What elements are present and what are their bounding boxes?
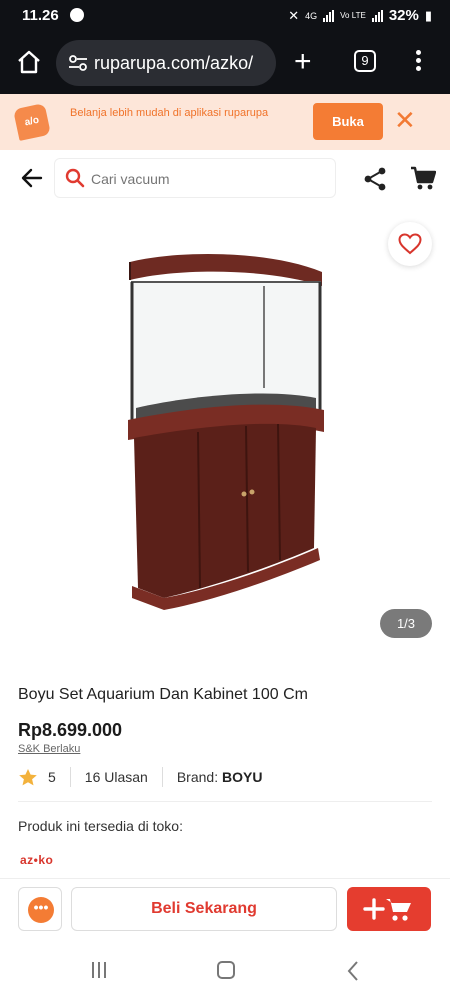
cart-icon[interactable] [410,165,436,191]
meta-divider [161,767,163,787]
terms-link[interactable]: S&K Berlaku [18,743,80,755]
wishlist-button[interactable] [388,222,432,266]
share-icon[interactable] [362,166,388,192]
battery-level: 32% [388,7,419,24]
rating-value: 5 [48,769,56,785]
new-tab-button[interactable]: + [294,47,312,77]
heart-icon [398,233,422,255]
section-divider [18,801,432,802]
browser-toolbar: ruparupa.com/azko/ + 9 [0,34,450,94]
status-bar: 11.26 ✕ 4G Vo LTE 32% ▮ [0,0,450,34]
store-logo: az•ko [20,853,54,867]
home-button[interactable] [217,961,235,979]
product-title: Boyu Set Aquarium Dan Kabinet 100 Cm [18,686,308,703]
tab-switcher-button[interactable]: 9 [354,50,376,72]
recents-button[interactable] [92,962,106,978]
back-button[interactable] [346,960,360,982]
product-meta: 5 16 Ulasan Brand: BOYU [18,766,262,788]
chat-button[interactable]: ••• [18,887,62,931]
brand-label: Brand: [176,769,219,785]
page-header [0,150,450,208]
app-logo: a/o [13,103,51,141]
product-price: Rp8.699.000 [18,720,123,740]
site-settings-icon[interactable] [68,54,88,72]
app-banner-message: Belanja lebih mudah di aplikasi ruparupa [70,107,269,119]
availability-text: Produk ini tersedia di toko: [18,818,183,834]
meta-divider [69,767,71,787]
back-arrow-icon[interactable] [20,166,44,190]
close-banner-icon[interactable]: ✕ [394,107,416,133]
action-bar: ••• Beli Sekarang [0,878,450,942]
chat-icon: ••• [28,897,54,923]
image-counter: 1/3 [380,609,432,638]
system-navigation-bar [0,942,450,1000]
network-label: 4G [305,10,318,21]
browser-menu-icon[interactable] [416,50,422,74]
reviews-link[interactable]: 16 Ulasan [85,769,148,785]
signal-icon-2 [371,9,383,22]
brand-name[interactable]: BOYU [222,769,262,785]
mute-icon: ✕ [288,7,300,23]
url-text: ruparupa.com/azko/ [94,53,254,73]
battery-icon: ▮ [424,7,432,23]
home-icon[interactable] [16,49,42,75]
app-download-banner: a/o Belanja lebih mudah di aplikasi rupa… [0,94,450,150]
signal-icon [323,9,335,22]
search-box[interactable] [54,158,336,198]
status-icons: ✕ 4G Vo LTE 32% ▮ [288,7,432,24]
add-to-cart-button[interactable] [347,887,431,931]
search-input[interactable] [91,167,321,191]
product-image [128,253,324,610]
open-app-button[interactable]: Buka [313,103,383,140]
status-time: 11.26 [22,7,59,24]
address-bar[interactable]: ruparupa.com/azko/ [56,40,276,86]
volte-label: Vo LTE [340,11,366,20]
buy-now-button[interactable]: Beli Sekarang [71,887,337,931]
add-to-cart-icon [363,898,411,921]
star-icon [19,768,37,785]
search-icon [65,168,85,188]
product-image-gallery[interactable]: 1/3 [0,208,450,660]
message-notification-icon [70,8,84,22]
